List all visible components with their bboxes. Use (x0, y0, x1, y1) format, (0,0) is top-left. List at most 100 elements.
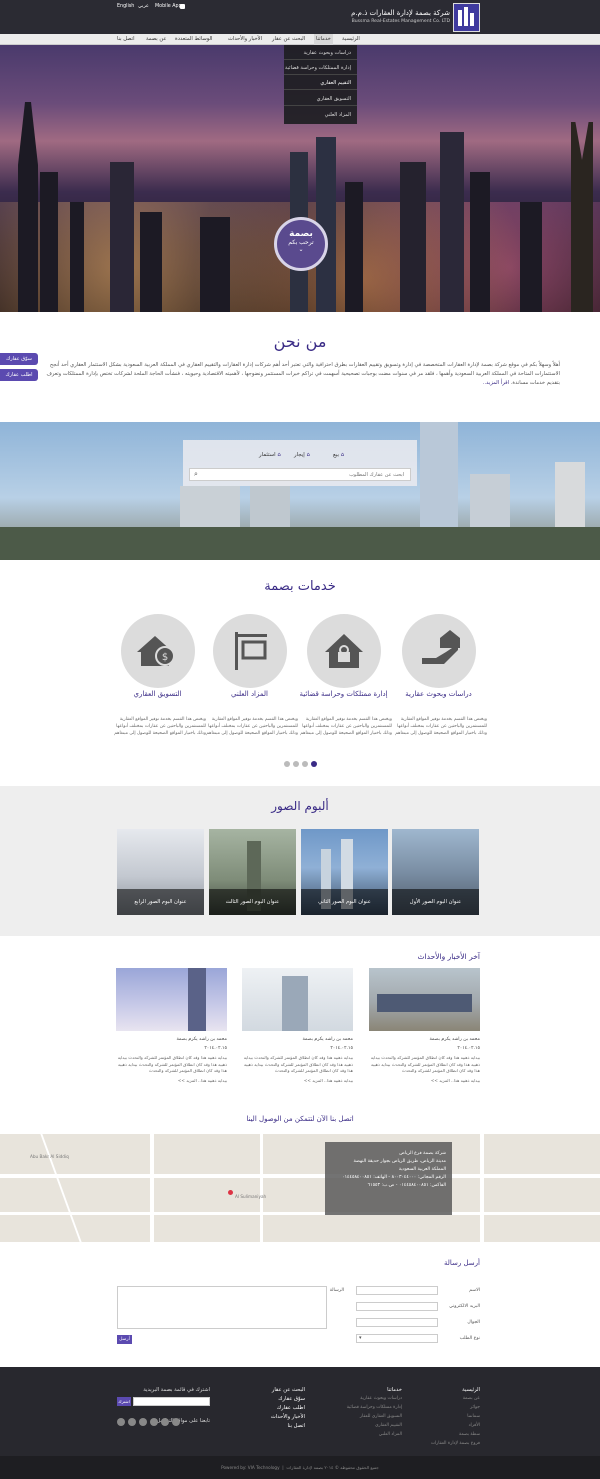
address-line: المملكة العربية السعودية (398, 1167, 446, 1172)
carousel-dot-active[interactable] (311, 761, 317, 767)
googleplus-icon[interactable] (172, 1418, 180, 1426)
service-circle-studies[interactable] (402, 614, 476, 688)
service-title-auction[interactable]: المزاد العلني (202, 690, 297, 699)
newsletter-email-input[interactable] (133, 1397, 210, 1406)
footer-link[interactable]: المزاد العلني (322, 1432, 402, 1437)
news-more-3[interactable]: بيداية ذهبية هذا.. المزيد >> (116, 1078, 227, 1085)
send-button[interactable]: أرسل (117, 1335, 132, 1344)
footer-link[interactable]: التقييم العقاري (322, 1423, 402, 1428)
footer-link-search[interactable]: البحث عن عقار (225, 1387, 305, 1393)
youtube-icon[interactable] (139, 1418, 147, 1426)
footer (0, 1367, 600, 1456)
news-more-2[interactable]: بيداية ذهبية هذا.. المزيد >> (242, 1078, 353, 1085)
twitter-icon[interactable] (128, 1418, 136, 1426)
footer-link[interactable]: عن بصمة (400, 1396, 480, 1401)
request-property-button[interactable]: اطلب عقارك (0, 369, 38, 381)
lang-en-link[interactable]: English (117, 4, 134, 9)
menu-services[interactable]: خدماتنا (314, 34, 333, 45)
request-property-label: اطلب عقارك (5, 372, 33, 378)
lang-ar-link[interactable]: عربي (138, 4, 149, 9)
news-more-1[interactable]: بيداية ذهبية هذا.. المزيد >> (369, 1078, 480, 1085)
carousel-dot[interactable] (293, 761, 299, 767)
carousel-dot[interactable] (284, 761, 290, 767)
news-image-2[interactable] (242, 968, 353, 1031)
about-read-more-link[interactable]: اقرأ المزيد.. (483, 380, 509, 386)
market-property-label: سوّق عقارك (6, 356, 32, 362)
home-icon: ⌂ (277, 452, 281, 458)
footer-head-home[interactable]: الرئيسية (400, 1387, 480, 1393)
market-property-button[interactable]: سوّق عقارك (0, 353, 38, 365)
services-dropdown: دراسات وبحوث عقارية إدارة الممتلكات وحرا… (284, 45, 357, 124)
menu-home[interactable]: الرئيسية (342, 34, 360, 45)
news-headline-3[interactable]: محمد بن راشد يكرم بصمة (116, 1036, 227, 1043)
footer-head-services[interactable]: خدماتنا (322, 1387, 402, 1393)
news-image-1[interactable] (369, 968, 480, 1031)
instagram-icon[interactable] (161, 1418, 169, 1426)
powered-by[interactable]: Powered by: VIA Technology (221, 1465, 279, 1470)
message-textarea[interactable] (117, 1286, 327, 1329)
submenu-studies[interactable]: دراسات وبحوث عقارية (284, 47, 357, 60)
location-map[interactable]: Abu Bakr Al Siddiq Al Sulimaniyah (0, 1134, 600, 1242)
building (520, 202, 542, 312)
submenu-marketing[interactable]: التسويق العقاري (284, 93, 357, 106)
map-pin-icon[interactable] (228, 1190, 233, 1195)
bottom-bar: Powered by: VIA Technology | جميع الحقوق… (0, 1456, 600, 1479)
footer-link[interactable]: إدارة ممتلكات وحراسة قضائية (322, 1405, 402, 1410)
album-1[interactable]: عنوان البوم الصور الأول (392, 829, 479, 915)
news-headline-1[interactable]: محمد بن راشد يكرم بصمة (369, 1036, 480, 1043)
submenu-valuation[interactable]: التقييم العقاري (284, 77, 357, 90)
search-icon[interactable]: ⌕ (194, 470, 198, 479)
news-headline-2[interactable]: محمد بن راشد يكرم بصمة (242, 1036, 353, 1043)
service-title-property-mgmt[interactable]: إدارة ممتلكات وحراسة قضائية (296, 690, 391, 699)
menu-news[interactable]: الأخبار والأحداث (228, 34, 262, 45)
menu-about[interactable]: عن بصمة (146, 34, 166, 45)
service-circle-marketing[interactable]: $ (121, 614, 195, 688)
footer-link[interactable]: التسويق العقاري للعقار (322, 1414, 402, 1419)
linkedin-icon[interactable] (150, 1418, 158, 1426)
gallery-title: ألبوم الصور (271, 799, 329, 813)
company-name-ar: شركة بصمة لإدارة العقارات ذ.م.م (351, 9, 450, 17)
album-4[interactable]: عنوان البوم الصور الرابع (117, 829, 204, 915)
footer-link[interactable]: دراسات وبحوث عقارية (322, 1396, 402, 1401)
mobile-app-link[interactable]: Mobile App (155, 4, 182, 9)
name-field[interactable] (356, 1286, 438, 1295)
footer-link[interactable]: الأفراد (400, 1423, 480, 1428)
news-image-3[interactable] (116, 968, 227, 1031)
mobile-field[interactable] (356, 1318, 438, 1327)
service-circle-auction[interactable] (213, 614, 287, 688)
request-type-select[interactable]: ▾ (356, 1334, 438, 1343)
tab-rent[interactable]: إيجار ⌂ (294, 452, 310, 458)
map-road (150, 1134, 154, 1242)
album-caption: عنوان البوم الصور الثاني (301, 889, 388, 915)
logo[interactable] (453, 3, 480, 32)
footer-link[interactable]: سطة بصمة (400, 1432, 480, 1437)
address-line: شركة بصمة فرع الرياض (399, 1151, 446, 1156)
search-input[interactable] (204, 470, 404, 479)
footer-link-news[interactable]: الأخبار والأحداث (225, 1414, 305, 1420)
album-2[interactable]: عنوان البوم الصور الثاني (301, 829, 388, 915)
facebook-icon[interactable] (117, 1418, 125, 1426)
tab-invest[interactable]: استثمار ⌂ (259, 452, 281, 458)
menu-search-property[interactable]: البحث عن عقار (272, 34, 305, 45)
service-title-marketing[interactable]: التسويق العقاري (110, 690, 205, 699)
subscribe-button[interactable]: اشترك (117, 1397, 131, 1406)
footer-link[interactable]: سمانتنا (400, 1414, 480, 1419)
footer-link[interactable]: فروع بصمة لإدارة العقارات (400, 1441, 480, 1446)
footer-link-market[interactable]: سوّق عقارك (225, 1396, 305, 1402)
footer-link-contact[interactable]: اتصل بنا (225, 1423, 305, 1429)
footer-link[interactable]: جوائز (400, 1405, 480, 1410)
album-3[interactable]: عنوان البوم الصور الثالث (209, 829, 296, 915)
service-title-studies[interactable]: دراسات وبحوث عقارية (391, 690, 486, 699)
welcome-badge[interactable]: بصمة ترحب بكم ⌄ (274, 217, 328, 271)
carousel-dot[interactable] (302, 761, 308, 767)
email-field[interactable] (356, 1302, 438, 1311)
service-circle-property-mgmt[interactable] (307, 614, 381, 688)
footer-link-request[interactable]: اطلب عقارك (225, 1405, 305, 1411)
news-title: آخر الأخبار والأحداث (417, 952, 481, 961)
menu-contact[interactable]: اتصل بنا (117, 34, 135, 45)
building (420, 422, 458, 532)
tab-sale[interactable]: بيع ⌂ (333, 452, 344, 458)
submenu-auction[interactable]: المزاد العلني (284, 109, 357, 122)
submenu-property-mgmt[interactable]: إدارة الممتلكات وحراسة قضائية (284, 62, 357, 75)
menu-multimedia[interactable]: الوسائط المتعددة (175, 34, 213, 45)
